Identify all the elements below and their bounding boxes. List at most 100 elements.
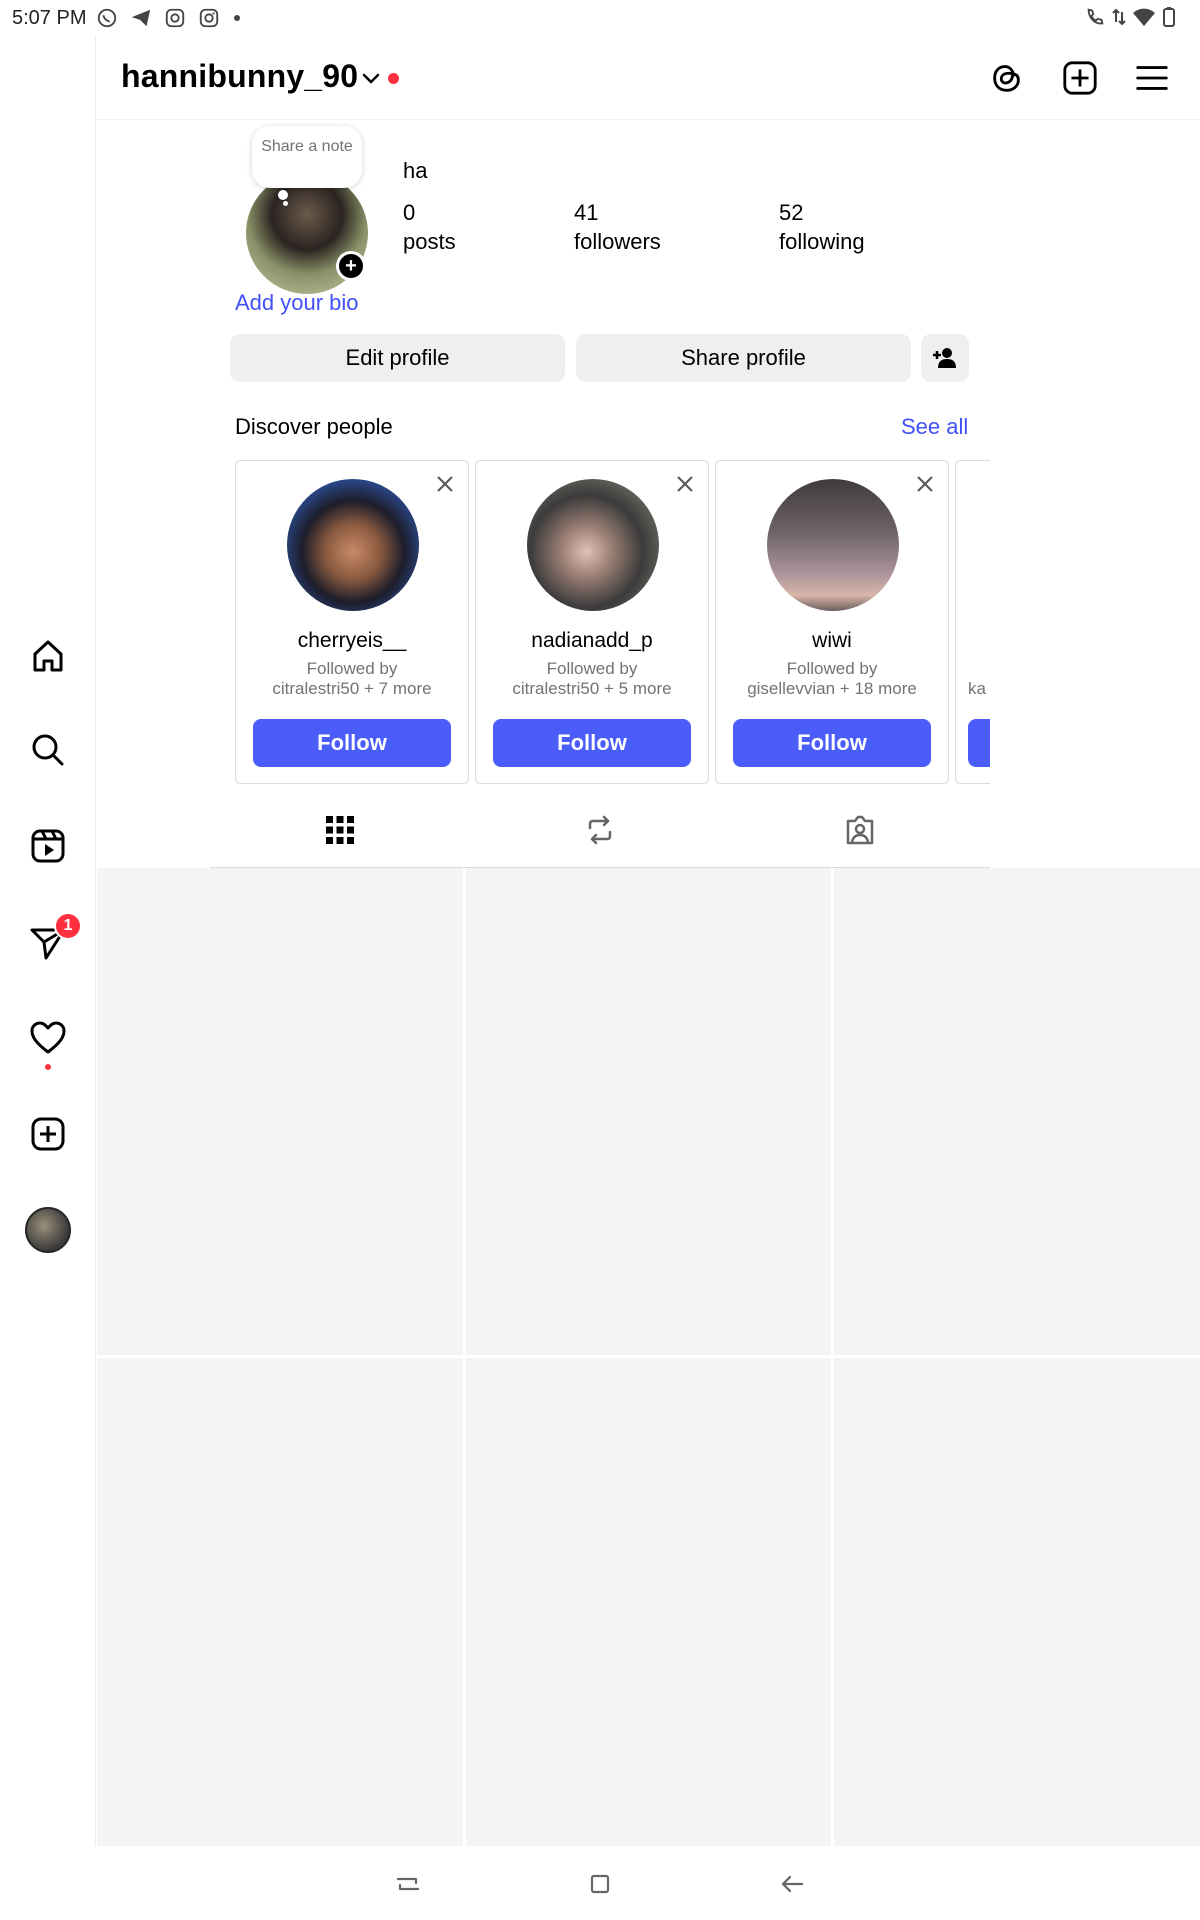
mutual-followers: Followed by citralestri50 + 5 more [476, 659, 708, 699]
system-nav-bar [0, 1846, 1200, 1920]
data-arrows-icon [1112, 8, 1126, 26]
note-bubble[interactable]: Share a note [252, 126, 362, 188]
close-icon[interactable] [914, 473, 936, 495]
suggestion-username[interactable]: nadianadd_p [476, 629, 708, 653]
share-profile-button[interactable]: Share profile [576, 334, 911, 382]
post-placeholder [466, 868, 831, 1355]
nav-messages[interactable]: 1 [24, 912, 82, 966]
close-icon[interactable] [434, 473, 456, 495]
suggestion-username[interactable]: wiwi [716, 629, 948, 653]
suggestion-card[interactable]: nadianadd_p Followed by citralestri50 + … [475, 460, 709, 784]
mutual-followers: ka [968, 679, 986, 698]
status-bar: 5:07 PM [0, 0, 1200, 36]
status-dot [388, 73, 399, 84]
discover-people-button[interactable] [921, 334, 969, 382]
back-arrow-icon [781, 1875, 804, 1893]
page-title[interactable]: hannibunny_90 [121, 58, 358, 95]
stat-followers[interactable]: 41 followers [574, 198, 661, 256]
stat-label: posts [403, 229, 456, 254]
wifi-icon [1133, 8, 1155, 26]
threads-icon [993, 65, 1020, 92]
wifi-call-icon [1087, 8, 1104, 25]
tab-tagged[interactable] [838, 808, 882, 852]
reels-icon [31, 829, 65, 863]
suggestion-card[interactable]: cherryeis__ Followed by citralestri50 + … [235, 460, 469, 784]
follow-button[interactable] [968, 719, 990, 767]
message-badge: 1 [54, 912, 82, 940]
menu-button[interactable] [1130, 56, 1174, 100]
tagged-icon [846, 815, 874, 845]
followed-by-detail: citralestri50 + 7 more [272, 679, 432, 698]
follow-button[interactable]: Follow [733, 719, 931, 767]
followed-by-label: Followed by [786, 659, 878, 678]
back-button[interactable] [772, 1864, 812, 1904]
post-placeholder [97, 1358, 463, 1846]
see-all-link[interactable]: See all [901, 414, 968, 440]
suggestion-card[interactable]: wiwi Followed by gisellevvian + 18 more … [715, 460, 949, 784]
avatar[interactable] [527, 479, 659, 611]
post-placeholder [466, 1358, 831, 1846]
stat-value: 0 [403, 200, 416, 225]
mutual-followers: Followed by gisellevvian + 18 more [716, 659, 948, 699]
dot-icon [234, 15, 241, 21]
note-tail-small [283, 201, 288, 206]
followed-by-label: Followed by [546, 659, 638, 678]
side-nav: 1 [0, 36, 96, 1846]
post-placeholder [834, 1358, 1200, 1846]
post-placeholder [834, 868, 1200, 1355]
discover-carousel[interactable]: cherryeis__ Followed by citralestri50 + … [235, 460, 990, 784]
stat-following[interactable]: 52 following [779, 198, 865, 256]
battery-icon [1163, 7, 1175, 27]
reposts-icon [588, 815, 612, 845]
status-time: 5:07 PM [12, 6, 87, 29]
profile-tabs [210, 790, 990, 868]
add-story-icon[interactable]: + [336, 251, 366, 281]
nav-reels[interactable] [24, 822, 72, 870]
stat-value: 41 [574, 200, 599, 225]
followed-by-detail: gisellevvian + 18 more [747, 679, 917, 698]
stat-value: 52 [779, 200, 804, 225]
recents-button[interactable] [388, 1864, 428, 1904]
chevron-down-icon[interactable] [359, 66, 383, 90]
suggestion-card[interactable]: ka [955, 460, 990, 784]
suggestion-username[interactable]: cherryeis__ [236, 629, 468, 653]
avatar[interactable] [767, 479, 899, 611]
followed-by-label: Followed by [306, 659, 398, 678]
note-tail [278, 190, 288, 200]
home-square-icon [590, 1874, 610, 1894]
nav-profile[interactable] [24, 1206, 72, 1254]
home-button[interactable] [580, 1864, 620, 1904]
threads-button[interactable] [985, 56, 1029, 100]
menu-icon [1136, 66, 1168, 90]
nav-create[interactable] [24, 1110, 72, 1158]
post-placeholder [97, 868, 463, 1355]
avatar[interactable] [287, 479, 419, 611]
nav-search[interactable] [24, 726, 72, 774]
profile-header: hannibunny_90 [97, 36, 1200, 120]
home-icon [33, 640, 63, 672]
add-user-icon [933, 348, 956, 368]
follow-button[interactable]: Follow [493, 719, 691, 767]
followed-by-detail: citralestri50 + 5 more [512, 679, 672, 698]
full-name: ha [403, 158, 428, 183]
close-icon[interactable] [674, 473, 696, 495]
tab-reposts[interactable] [578, 808, 622, 852]
edit-profile-button[interactable]: Edit profile [230, 334, 565, 382]
search-icon [32, 734, 64, 766]
create-plus-icon [31, 1117, 65, 1151]
posts-grid [97, 868, 1200, 1846]
mutual-followers: Followed by citralestri50 + 7 more [236, 659, 468, 699]
create-plus-icon [1063, 61, 1097, 95]
stat-posts: 0 posts [403, 198, 456, 256]
follow-button[interactable]: Follow [253, 719, 451, 767]
nav-home[interactable] [24, 632, 72, 680]
instagram-threads-icon [166, 8, 185, 28]
nav-notifications[interactable] [24, 1014, 72, 1070]
stat-label: following [779, 229, 865, 254]
add-bio-link[interactable]: Add your bio [235, 290, 359, 316]
create-button[interactable] [1058, 56, 1102, 100]
instagram-icon [200, 8, 219, 28]
heart-icon [30, 1021, 66, 1054]
tab-posts[interactable] [318, 808, 362, 852]
recents-icon [396, 1877, 420, 1891]
